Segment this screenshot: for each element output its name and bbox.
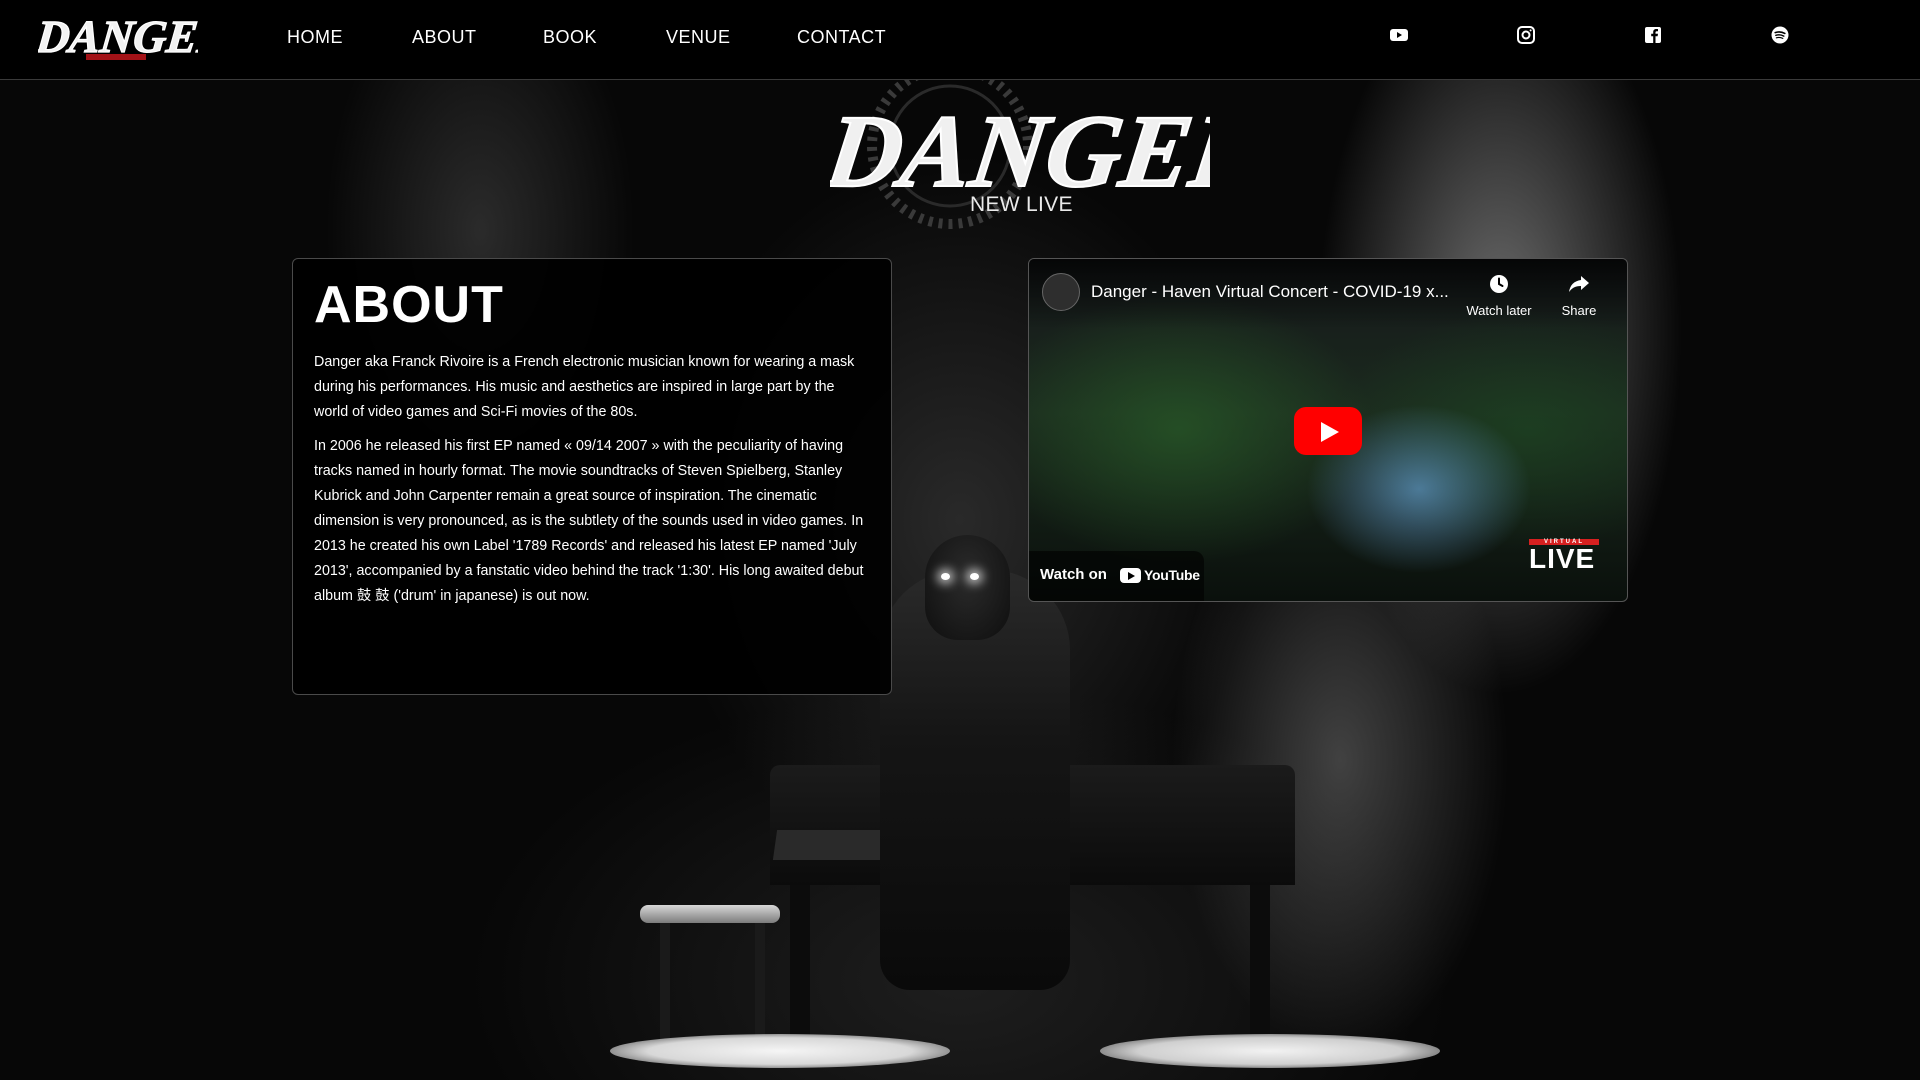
top-navigation-bar: DANGER HOME ABOUT BOOK VENUE CONTACT bbox=[0, 0, 1920, 80]
piano-leg bbox=[790, 860, 810, 1040]
live-label: LIVE bbox=[1529, 543, 1596, 574]
danger-logo[interactable]: DANGER bbox=[38, 4, 198, 70]
about-title: ABOUT bbox=[314, 276, 504, 334]
floor-spotlight bbox=[610, 1034, 950, 1068]
watch-later-label: Watch later bbox=[1466, 303, 1532, 318]
glowing-eye bbox=[941, 573, 950, 580]
glowing-eye bbox=[970, 573, 979, 580]
instagram-icon[interactable] bbox=[1516, 25, 1536, 45]
hero-logo-wordmark: DANGER bbox=[830, 93, 1210, 208]
piano-stool bbox=[640, 905, 780, 923]
about-card: ABOUT Danger aka Franck Rivoire is a Fre… bbox=[292, 258, 892, 695]
share-icon bbox=[1569, 276, 1589, 292]
nav-venue-link[interactable]: VENUE bbox=[666, 27, 731, 48]
share-label: Share bbox=[1561, 303, 1597, 318]
nav-about-link[interactable]: ABOUT bbox=[412, 27, 477, 48]
clock-icon bbox=[1490, 275, 1508, 293]
channel-avatar[interactable] bbox=[1042, 273, 1080, 311]
nav-contact-link[interactable]: CONTACT bbox=[797, 27, 886, 48]
youtube-wordmark: YouTube bbox=[1120, 567, 1200, 585]
floor-spotlight bbox=[1100, 1034, 1440, 1068]
hero-subtitle: NEW LIVE bbox=[970, 193, 1073, 216]
watch-on-youtube-button[interactable]: Watch on YouTube bbox=[1029, 551, 1204, 601]
stool-leg bbox=[660, 920, 670, 1040]
virtual-live-badge: VIRTUAL LIVE bbox=[1529, 539, 1599, 573]
performer-mask bbox=[925, 535, 1010, 640]
nav-book-link[interactable]: BOOK bbox=[543, 27, 597, 48]
watch-on-label: Watch on bbox=[1040, 566, 1107, 583]
watch-later-button[interactable]: Watch later bbox=[1459, 273, 1539, 318]
about-paragraph: In 2006 he released his first EP named «… bbox=[314, 438, 864, 605]
video-title[interactable]: Danger - Haven Virtual Concert - COVID-1… bbox=[1091, 282, 1449, 302]
spotify-icon[interactable] bbox=[1770, 25, 1790, 45]
stool-leg bbox=[755, 920, 765, 1040]
nav-home-link[interactable]: HOME bbox=[287, 27, 343, 48]
facebook-icon[interactable] bbox=[1643, 25, 1663, 45]
about-paragraph: Danger aka Franck Rivoire is a French el… bbox=[314, 354, 855, 421]
play-button[interactable] bbox=[1294, 407, 1362, 455]
youtube-video-embed[interactable]: Danger - Haven Virtual Concert - COVID-1… bbox=[1028, 258, 1628, 602]
share-button[interactable]: Share bbox=[1539, 273, 1619, 318]
youtube-icon[interactable] bbox=[1389, 25, 1409, 45]
piano-leg bbox=[1250, 860, 1270, 1040]
